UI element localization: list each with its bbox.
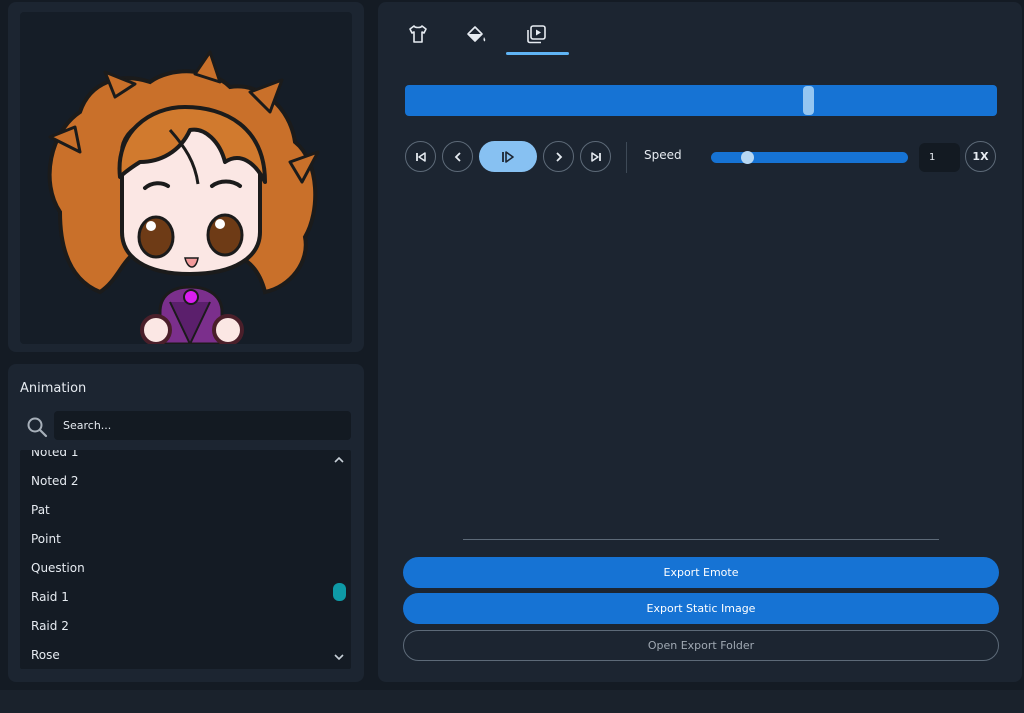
chevron-down-icon[interactable] <box>333 651 345 663</box>
search-icon <box>27 417 48 438</box>
shirt-icon <box>409 25 427 43</box>
speed-value-input[interactable]: 1 <box>919 143 960 172</box>
scrollbar-thumb[interactable] <box>333 583 346 601</box>
avatar-preview <box>20 12 352 344</box>
list-item[interactable]: Pat <box>20 496 320 525</box>
chevron-right-icon <box>555 151 562 162</box>
timeline-slider-thumb[interactable] <box>803 86 814 115</box>
main-panel: Speed 1 1X Export Emote Export Static Im… <box>378 2 1022 682</box>
list-item[interactable]: Point <box>20 525 320 554</box>
animation-list[interactable]: Noted 1 Noted 2 Pat Point Question Raid … <box>20 450 351 669</box>
active-tab-indicator <box>506 52 569 55</box>
preview-panel <box>8 2 364 352</box>
skip-to-start-icon <box>415 151 426 162</box>
timeline-slider[interactable] <box>405 85 997 116</box>
chevron-left-icon <box>454 151 461 162</box>
paint-bucket-icon <box>467 26 486 42</box>
animation-panel: Animation Noted 1 Noted 2 Pat Point Ques… <box>8 364 364 682</box>
list-item[interactable]: Question <box>20 554 320 583</box>
export-divider <box>463 539 939 540</box>
chevron-up-icon[interactable] <box>333 454 345 466</box>
list-item[interactable]: Noted 2 <box>20 467 320 496</box>
skip-to-end-icon <box>590 151 601 162</box>
animation-title: Animation <box>20 381 87 396</box>
chibi-character-image <box>47 50 320 344</box>
tab-colors[interactable] <box>458 16 494 52</box>
list-item[interactable]: Raid 1 <box>20 583 320 612</box>
previous-frame-button[interactable] <box>442 141 473 172</box>
open-export-folder-button[interactable]: Open Export Folder <box>403 630 999 661</box>
export-emote-button[interactable]: Export Emote <box>403 557 999 588</box>
speed-slider-thumb[interactable] <box>741 151 754 164</box>
next-frame-button[interactable] <box>543 141 574 172</box>
list-item[interactable]: Rose <box>20 641 320 669</box>
export-static-image-button[interactable]: Export Static Image <box>403 593 999 624</box>
list-item[interactable]: Raid 2 <box>20 612 320 641</box>
play-icon <box>502 150 514 163</box>
first-frame-button[interactable] <box>405 141 436 172</box>
tab-animation[interactable] <box>518 16 554 52</box>
tab-outfit[interactable] <box>400 16 436 52</box>
animation-frames-icon <box>527 25 546 44</box>
bottom-bar <box>0 690 1024 713</box>
play-button[interactable] <box>479 141 537 172</box>
controls-divider <box>626 142 627 173</box>
speed-reset-button[interactable]: 1X <box>965 141 996 172</box>
speed-label: Speed <box>644 148 682 162</box>
last-frame-button[interactable] <box>580 141 611 172</box>
animation-search-input[interactable] <box>54 411 351 440</box>
list-item[interactable]: Noted 1 <box>20 450 320 467</box>
